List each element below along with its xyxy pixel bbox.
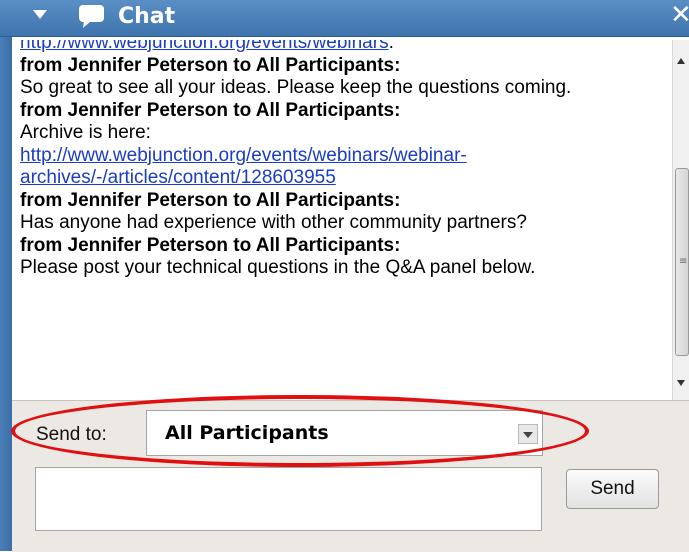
message-link[interactable]: archives/-/articles/content/128603955 xyxy=(20,167,660,190)
chat-panel-header[interactable]: Chat ✕ xyxy=(0,0,689,37)
message-link-text[interactable]: http://www.webjunction.org/events/webina… xyxy=(20,40,389,53)
grip-icon: ≡ xyxy=(679,256,688,267)
message-link[interactable]: http://www.webjunction.org/events/webina… xyxy=(20,40,660,55)
collapse-icon[interactable] xyxy=(33,10,47,19)
chat-message-list: http://www.webjunction.org/events/webina… xyxy=(20,40,660,400)
message-link-suffix: . xyxy=(388,40,394,53)
chat-scrollbar[interactable]: ≡ xyxy=(672,40,689,400)
message-sender: from Jennifer Peterson to All Participan… xyxy=(20,234,401,256)
scroll-up-icon[interactable] xyxy=(677,58,685,64)
message-text: So great to see all your ideas. Please k… xyxy=(20,77,572,98)
message-sender: from Jennifer Peterson to All Participan… xyxy=(20,54,401,76)
panel-title: Chat xyxy=(118,4,176,29)
message-sender: from Jennifer Peterson to All Participan… xyxy=(20,99,401,121)
recipient-selected-value: All Participants xyxy=(165,422,329,444)
message-text: Please post your technical questions in … xyxy=(20,257,536,278)
message-sender: from Jennifer Peterson to All Participan… xyxy=(20,189,401,211)
scroll-down-icon[interactable] xyxy=(677,380,685,386)
chevron-down-icon xyxy=(523,432,533,438)
scroll-thumb[interactable]: ≡ xyxy=(675,168,689,356)
close-icon[interactable]: ✕ xyxy=(670,1,689,29)
message-link[interactable]: http://www.webjunction.org/events/webina… xyxy=(20,145,660,168)
recipient-dropdown[interactable]: All Participants xyxy=(146,410,543,456)
window-left-edge xyxy=(0,0,12,551)
chat-bubble-icon xyxy=(79,5,104,28)
message-link-text[interactable]: archives/-/articles/content/128603955 xyxy=(20,167,336,188)
chat-message-input[interactable] xyxy=(35,467,542,531)
message-text: Archive is here: xyxy=(20,122,151,143)
send-to-label: Send to: xyxy=(36,424,107,445)
dropdown-button[interactable] xyxy=(518,424,538,444)
message-text: Has anyone had experience with other com… xyxy=(20,212,527,233)
message-link-text[interactable]: http://www.webjunction.org/events/webina… xyxy=(20,145,467,166)
send-button[interactable]: Send xyxy=(566,469,659,509)
